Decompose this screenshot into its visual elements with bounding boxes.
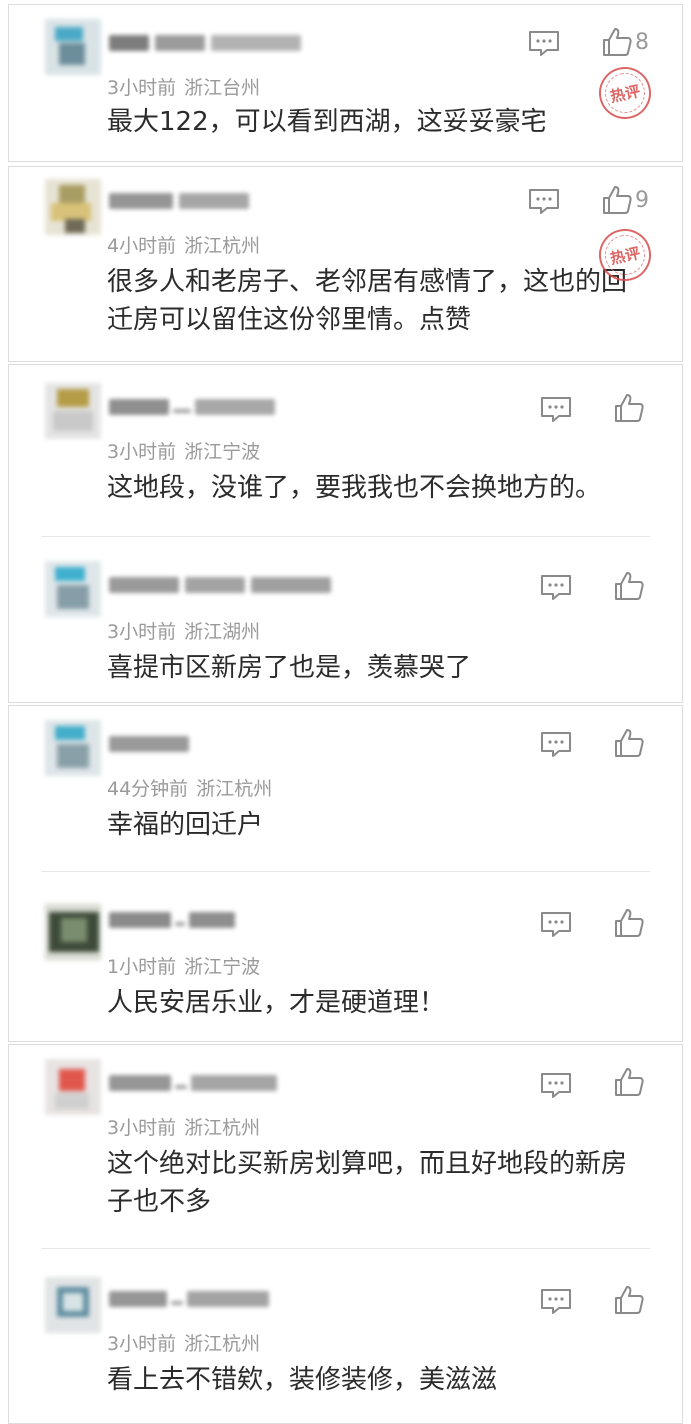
like-count: 8 — [635, 29, 649, 55]
comment-meta: 3小时前 浙江宁波 — [107, 437, 260, 464]
thumbs-up-icon — [615, 729, 644, 757]
comment-reply-icon[interactable] — [539, 910, 573, 938]
comment-text: 很多人和老房子、老邻居有感情了，这也的回迁房可以留住这份邻里情。点赞 — [107, 267, 628, 335]
comment-reply-icon[interactable] — [539, 730, 573, 758]
comment-location: 浙江宁波 — [184, 441, 261, 463]
comment-text: 这地段，没谁了，要我我也不会换地方的。 — [107, 473, 602, 503]
comment-location: 浙江杭州 — [196, 778, 273, 800]
comment-reply-icon[interactable] — [527, 29, 561, 57]
divider — [41, 536, 650, 537]
like-button[interactable] — [613, 391, 647, 425]
comment-location: 浙江宁波 — [184, 956, 261, 978]
divider — [41, 871, 650, 872]
username-blurred[interactable] — [109, 732, 199, 758]
comment-location: 浙江杭州 — [184, 1117, 261, 1139]
comment-card: 3小时前 浙江宁波 这地段，没谁了，要我我也不会换地方的。 3小时前 浙江湖州 喜提… — [8, 364, 683, 703]
username-blurred[interactable] — [109, 189, 259, 215]
comment-time: 44分钟前 — [107, 778, 189, 800]
like-button[interactable] — [613, 906, 647, 940]
comment-meta: 44分钟前 浙江杭州 — [107, 774, 272, 801]
comment-meta: 3小时前 浙江湖州 — [107, 617, 260, 644]
thumbs-up-icon — [615, 394, 644, 422]
comment-location: 浙江台州 — [184, 77, 261, 99]
comment-reply-icon[interactable] — [539, 395, 573, 423]
comment-location: 浙江杭州 — [184, 1333, 261, 1355]
comment-meta: 3小时前 浙江杭州 — [107, 1329, 260, 1356]
avatar[interactable] — [45, 904, 101, 960]
like-count: 9 — [635, 187, 649, 213]
thumbs-up-icon — [615, 1286, 644, 1314]
comment-text: 看上去不错欸，装修装修，美滋滋 — [107, 1365, 498, 1395]
username-blurred[interactable] — [109, 1071, 289, 1097]
comment-text: 最大122，可以看到西湖，这妥妥豪宅 — [107, 107, 547, 137]
comment-meta: 3小时前 浙江杭州 — [107, 1113, 260, 1140]
comment-text: 人民安居乐业，才是硬道理！ — [107, 988, 446, 1018]
comment-text: 幸福的回迁户 — [107, 810, 264, 840]
divider — [41, 1248, 650, 1249]
thumbs-up-icon — [603, 186, 632, 214]
username-blurred[interactable] — [109, 31, 309, 57]
comment-card: 44分钟前 浙江杭州 幸福的回迁户 1小时前 浙江宁波 人民安居乐业，才是硬道理！ — [8, 705, 683, 1042]
like-button[interactable] — [613, 1065, 647, 1099]
comment-card: 3小时前 浙江杭州 这个绝对比买新房划算吧，而且好地段的新房子也不多 3小时前 浙江… — [8, 1044, 683, 1424]
thumbs-up-icon — [615, 1068, 644, 1096]
comment-time: 1小时前 — [107, 956, 177, 978]
avatar[interactable] — [45, 1059, 101, 1115]
like-button[interactable] — [613, 726, 647, 760]
thumbs-up-icon — [615, 572, 644, 600]
comment-card: 4小时前 浙江杭州 很多人和老房子、老邻居有感情了，这也的回迁房可以留住这份邻里情… — [8, 166, 683, 362]
avatar[interactable] — [45, 1277, 101, 1333]
comment-time: 3小时前 — [107, 1333, 177, 1355]
comment-card: 3小时前 浙江台州 最大122，可以看到西湖，这妥妥豪宅 8 热评 — [8, 4, 683, 162]
username-blurred[interactable] — [109, 395, 289, 421]
thumbs-up-icon — [603, 28, 632, 56]
comment-meta: 3小时前 浙江台州 — [107, 73, 260, 100]
comment-text: 喜提市区新房了也是，羡慕哭了 — [107, 653, 472, 683]
like-button[interactable]: 8 — [601, 25, 649, 59]
avatar[interactable] — [45, 561, 101, 617]
comment-text: 这个绝对比买新房划算吧，而且好地段的新房子也不多 — [107, 1149, 628, 1217]
comment-reply-icon[interactable] — [539, 1287, 573, 1315]
comment-reply-icon[interactable] — [527, 187, 561, 215]
comment-time: 4小时前 — [107, 235, 177, 257]
comment-time: 3小时前 — [107, 77, 177, 99]
username-blurred[interactable] — [109, 573, 339, 599]
comment-meta: 1小时前 浙江宁波 — [107, 952, 260, 979]
comment-location: 浙江杭州 — [184, 235, 261, 257]
comment-time: 3小时前 — [107, 621, 177, 643]
comment-time: 3小时前 — [107, 1117, 177, 1139]
avatar[interactable] — [45, 19, 101, 75]
avatar[interactable] — [45, 179, 101, 235]
avatar[interactable] — [45, 720, 101, 776]
like-button[interactable] — [613, 569, 647, 603]
username-blurred[interactable] — [109, 908, 239, 934]
like-button[interactable]: 9 — [601, 183, 649, 217]
comment-reply-icon[interactable] — [539, 573, 573, 601]
username-blurred[interactable] — [109, 1287, 279, 1313]
comment-location: 浙江湖州 — [184, 621, 261, 643]
like-button[interactable] — [613, 1283, 647, 1317]
comment-reply-icon[interactable] — [539, 1071, 573, 1099]
thumbs-up-icon — [615, 909, 644, 937]
comment-meta: 4小时前 浙江杭州 — [107, 231, 260, 258]
comment-time: 3小时前 — [107, 441, 177, 463]
avatar[interactable] — [45, 383, 101, 439]
